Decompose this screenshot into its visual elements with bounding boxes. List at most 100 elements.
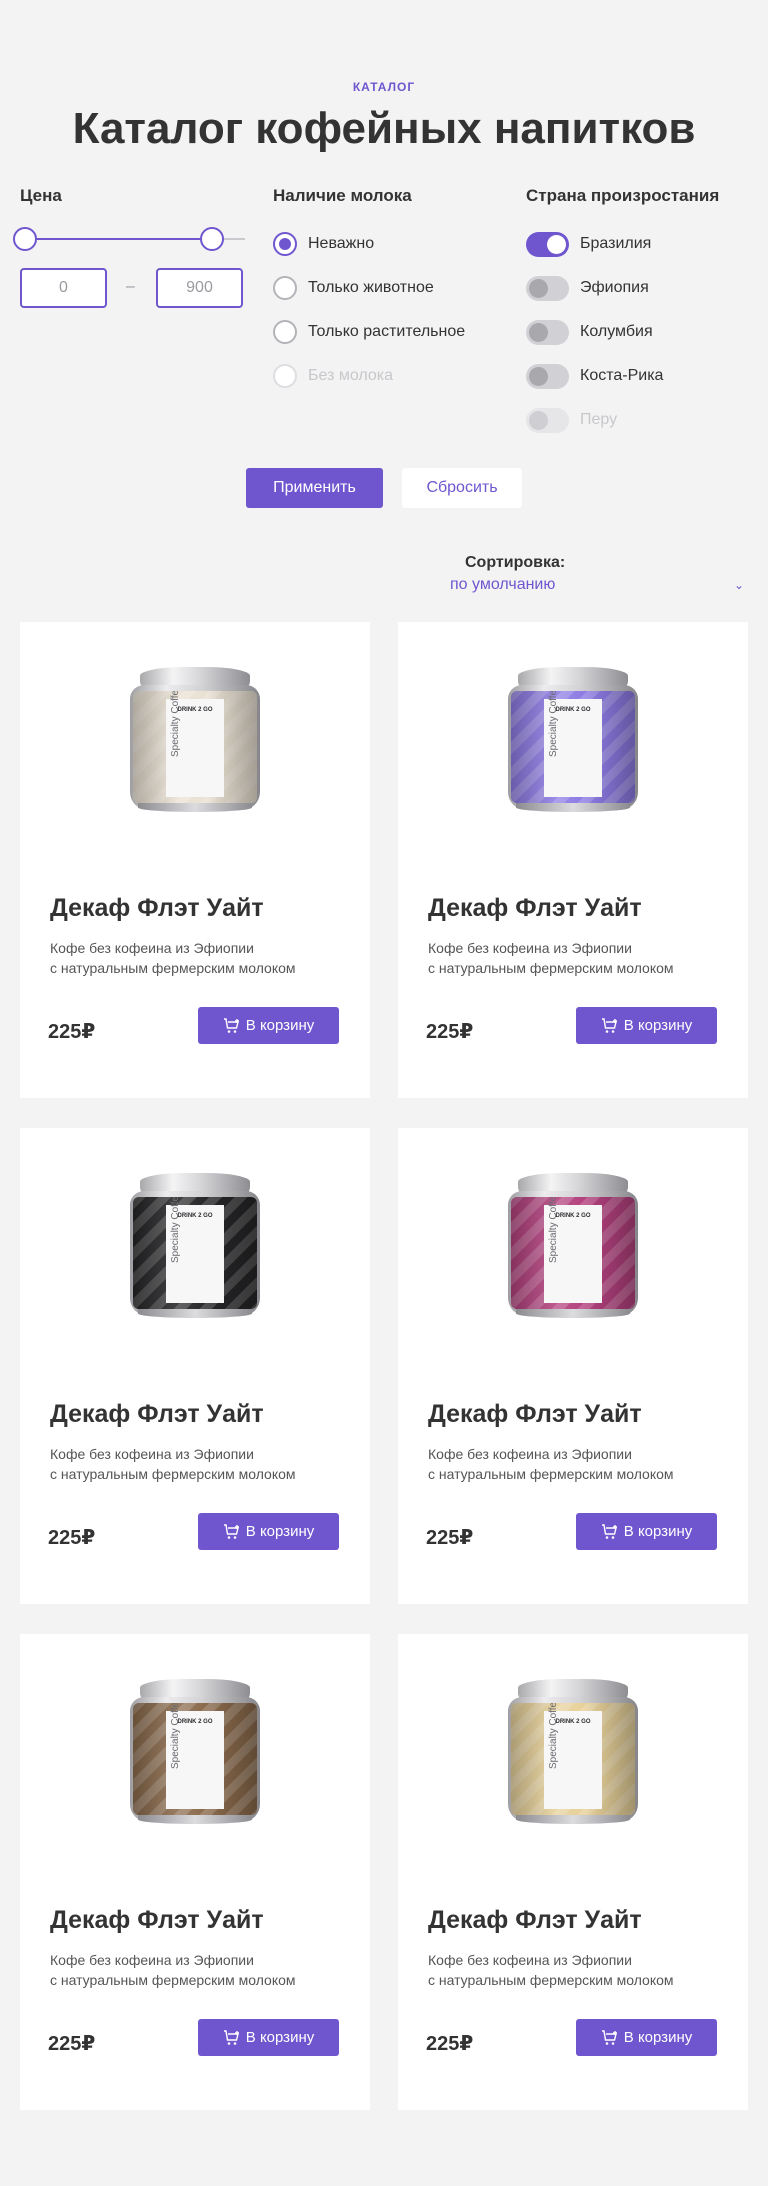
country-option-label: Колумбия xyxy=(580,323,653,340)
product-can-image: DRINK 2 GO Specialty Coffee xyxy=(130,1173,260,1318)
product-card: DRINK 2 GO Specialty Coffee Декаф Флэт Уа… xyxy=(398,1634,748,2110)
radio-checked-icon xyxy=(273,232,297,256)
cart-add-icon xyxy=(223,2029,239,2045)
add-to-cart-label: В корзину xyxy=(245,2029,315,2046)
sort-value: по умолчанию xyxy=(450,576,556,593)
milk-option-none: Без молока xyxy=(273,354,513,398)
price-filter: Цена – xyxy=(13,186,250,310)
country-option-label: Эфиопия xyxy=(580,279,649,296)
radio-icon xyxy=(273,364,297,388)
country-option-brazil[interactable]: Бразилия xyxy=(526,222,766,266)
toggle-off-icon xyxy=(526,275,569,301)
country-option-label: Бразилия xyxy=(580,235,652,252)
milk-option-animal[interactable]: Только животное xyxy=(273,266,513,310)
price-min-input[interactable] xyxy=(20,268,107,308)
milk-option-plant[interactable]: Только растительное xyxy=(273,310,513,354)
can-text: Specialty Coffee xyxy=(170,1197,181,1263)
product-can-image: DRINK 2 GO Specialty Coffee xyxy=(130,667,260,812)
toggle-disabled-icon xyxy=(526,407,569,433)
add-to-cart-label: В корзину xyxy=(245,1523,315,1540)
milk-option-label: Без молока xyxy=(308,367,394,384)
price-max-input[interactable] xyxy=(156,268,243,308)
product-card: DRINK 2 GO Specialty Coffee Декаф Флэт Уа… xyxy=(20,1634,370,2110)
product-price: 225₽ xyxy=(48,1021,96,1043)
product-can-image: DRINK 2 GO Specialty Coffee xyxy=(130,1679,260,1824)
add-to-cart-button[interactable]: В корзину xyxy=(198,1007,339,1044)
add-to-cart-button[interactable]: В корзину xyxy=(576,1513,717,1550)
sort-select[interactable]: по умолчанию ⌄ xyxy=(450,576,750,600)
price-range-slider[interactable] xyxy=(13,226,245,252)
radio-icon xyxy=(273,276,297,300)
can-label: DRINK 2 GO Specialty Coffee xyxy=(133,691,257,803)
add-to-cart-button[interactable]: В корзину xyxy=(576,1007,717,1044)
country-option-costa-rica[interactable]: Коста-Рика xyxy=(526,354,766,398)
product-card: DRINK 2 GO Specialty Coffee Декаф Флэт Уа… xyxy=(20,622,370,1098)
product-price: 225₽ xyxy=(426,1527,474,1549)
add-to-cart-label: В корзину xyxy=(623,1017,693,1034)
price-separator: – xyxy=(126,278,135,295)
country-options: Бразилия Эфиопия Колумбия Коста-Рика Пер… xyxy=(526,222,766,442)
product-price: 225₽ xyxy=(48,1527,96,1549)
filters-panel: Цена – Наличие молока Неважно Только жив… xyxy=(13,186,748,436)
product-name: Декаф Флэт Уайт xyxy=(50,1906,264,1934)
product-name: Декаф Флэт Уайт xyxy=(428,894,642,922)
country-option-colombia[interactable]: Колумбия xyxy=(526,310,766,354)
country-option-label: Перу xyxy=(580,411,618,428)
milk-option-label: Только растительное xyxy=(308,323,466,340)
milk-option-label: Неважно xyxy=(308,235,375,252)
can-label: DRINK 2 GO Specialty Coffee xyxy=(511,691,635,803)
page-title: Каталог кофейных напитков xyxy=(72,104,696,153)
catalog-eyebrow: КАТАЛОГ xyxy=(352,80,416,94)
product-description: Кофе без кофеина из Эфиопии с натуральным… xyxy=(428,940,674,976)
product-name: Декаф Флэт Уайт xyxy=(50,894,264,922)
product-price: 225₽ xyxy=(426,1021,474,1043)
slider-min-handle[interactable] xyxy=(13,227,37,251)
product-card: DRINK 2 GO Specialty Coffee Декаф Флэт Уа… xyxy=(398,622,748,1098)
cart-add-icon xyxy=(223,1523,239,1539)
add-to-cart-label: В корзину xyxy=(245,1017,315,1034)
add-to-cart-button[interactable]: В корзину xyxy=(198,1513,339,1550)
add-to-cart-button[interactable]: В корзину xyxy=(576,2019,717,2056)
chevron-down-icon: ⌄ xyxy=(733,578,744,592)
product-description: Кофе без кофеина из Эфиопии с натуральным… xyxy=(50,1952,296,1988)
sort-label: Сортировка: xyxy=(465,554,566,571)
cart-add-icon xyxy=(601,1523,617,1539)
add-to-cart-label: В корзину xyxy=(623,2029,693,2046)
product-description: Кофе без кофеина из Эфиопии с натуральным… xyxy=(50,1446,296,1482)
cart-add-icon xyxy=(601,1017,617,1033)
product-price: 225₽ xyxy=(426,2033,474,2055)
can-text: Specialty Coffee xyxy=(170,691,181,757)
country-option-label: Коста-Рика xyxy=(580,367,664,384)
milk-options: Неважно Только животное Только раститель… xyxy=(273,222,513,398)
cart-add-icon xyxy=(223,1017,239,1033)
country-filter-title: Страна произростания xyxy=(526,186,720,205)
toggle-on-icon xyxy=(526,231,569,257)
milk-option-any[interactable]: Неважно xyxy=(273,222,513,266)
product-card: DRINK 2 GO Specialty Coffee Декаф Флэт Уа… xyxy=(20,1128,370,1604)
price-inputs: – xyxy=(20,268,250,310)
product-name: Декаф Флэт Уайт xyxy=(428,1906,642,1934)
milk-filter: Наличие молока Неважно Только животное Т… xyxy=(273,186,513,398)
slider-fill xyxy=(24,238,214,240)
product-price: 225₽ xyxy=(48,2033,96,2055)
can-text: Specialty Coffee xyxy=(548,1197,559,1263)
add-to-cart-button[interactable]: В корзину xyxy=(198,2019,339,2056)
add-to-cart-label: В корзину xyxy=(623,1523,693,1540)
product-name: Декаф Флэт Уайт xyxy=(50,1400,264,1428)
country-filter: Страна произростания Бразилия Эфиопия Ко… xyxy=(526,186,766,442)
product-grid: DRINK 2 GO Specialty Coffee Декаф Флэт Уа… xyxy=(20,622,748,2110)
slider-max-handle[interactable] xyxy=(200,227,224,251)
country-option-ethiopia[interactable]: Эфиопия xyxy=(526,266,766,310)
price-filter-title: Цена xyxy=(20,186,62,205)
reset-filters-button[interactable]: Сбросить xyxy=(402,468,522,508)
product-description: Кофе без кофеина из Эфиопии с натуральным… xyxy=(428,1446,674,1482)
radio-icon xyxy=(273,320,297,344)
can-label: DRINK 2 GO Specialty Coffee xyxy=(133,1197,257,1309)
apply-filters-button[interactable]: Применить xyxy=(246,468,383,508)
can-text: Specialty Coffee xyxy=(548,691,559,757)
can-label: DRINK 2 GO Specialty Coffee xyxy=(133,1703,257,1815)
milk-option-label: Только животное xyxy=(308,279,434,296)
product-description: Кофе без кофеина из Эфиопии с натуральным… xyxy=(428,1952,674,1988)
can-label: DRINK 2 GO Specialty Coffee xyxy=(511,1703,635,1815)
product-can-image: DRINK 2 GO Specialty Coffee xyxy=(508,1173,638,1318)
